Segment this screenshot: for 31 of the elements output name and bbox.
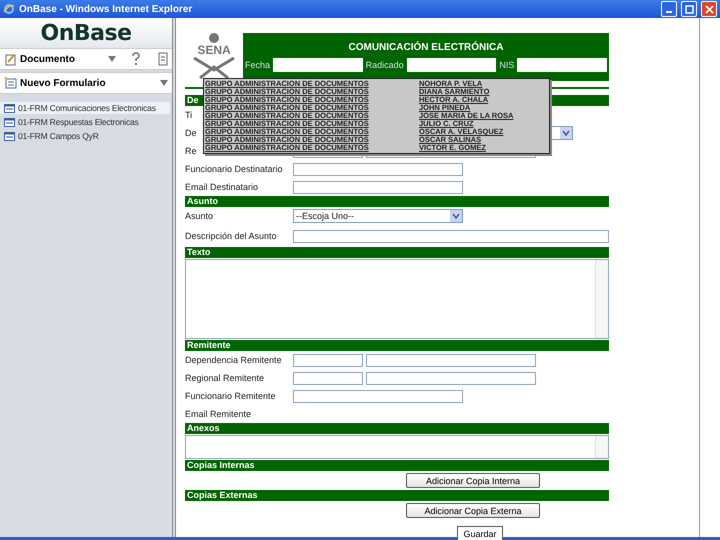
window-title: OnBase - Windows Internet Explorer [19,4,194,14]
dropdown[interactable]: --Escoja Uno-- [293,209,463,223]
field-label: Dependencia Remitente [185,355,282,365]
form-list-item[interactable]: 01-FRM Respuestas Electronicas [0,116,170,128]
add-copy-button[interactable]: Adicionar Copia Interna [406,473,540,488]
field-label: Funcionario Destinatario [185,164,283,174]
field-label: Asunto [185,211,214,221]
add-copy-button[interactable]: Adicionar Copia Externa [406,503,540,518]
field-label: NIS [499,60,514,70]
field-label: Fecha [245,60,270,70]
form-title: COMUNICACIÓN ELECTRÓNICA [348,42,504,53]
field-label: Regional Remitente [185,373,264,383]
section-header: Asunto [185,196,609,207]
section-header: Remitente [185,340,609,351]
field-label: De [185,128,197,138]
field-label: Email Destinatario [185,182,258,192]
form-list-item[interactable]: 01-FRM Campos QyR [0,130,170,142]
onbase-logo: OnBase [0,18,172,48]
section-header: Anexos [185,423,609,434]
section-header: Texto [185,247,609,258]
sena-logo: SENA [197,43,231,57]
field-label: Email Remitente [185,409,252,419]
save-button[interactable]: Guardar [457,526,503,540]
section-header: Copias Internas [185,460,609,471]
field-label: Re [185,146,197,156]
field-label: Descripción del Asunto [185,231,277,241]
field-label: Radicado [366,60,404,70]
field-label: Funcionario Remitente [185,391,276,401]
section-header: Copias Externas [185,490,609,501]
form-list-item[interactable]: 01-FRM Comunicaciones Electronicas [0,102,170,114]
field-label: Ti [185,110,192,120]
